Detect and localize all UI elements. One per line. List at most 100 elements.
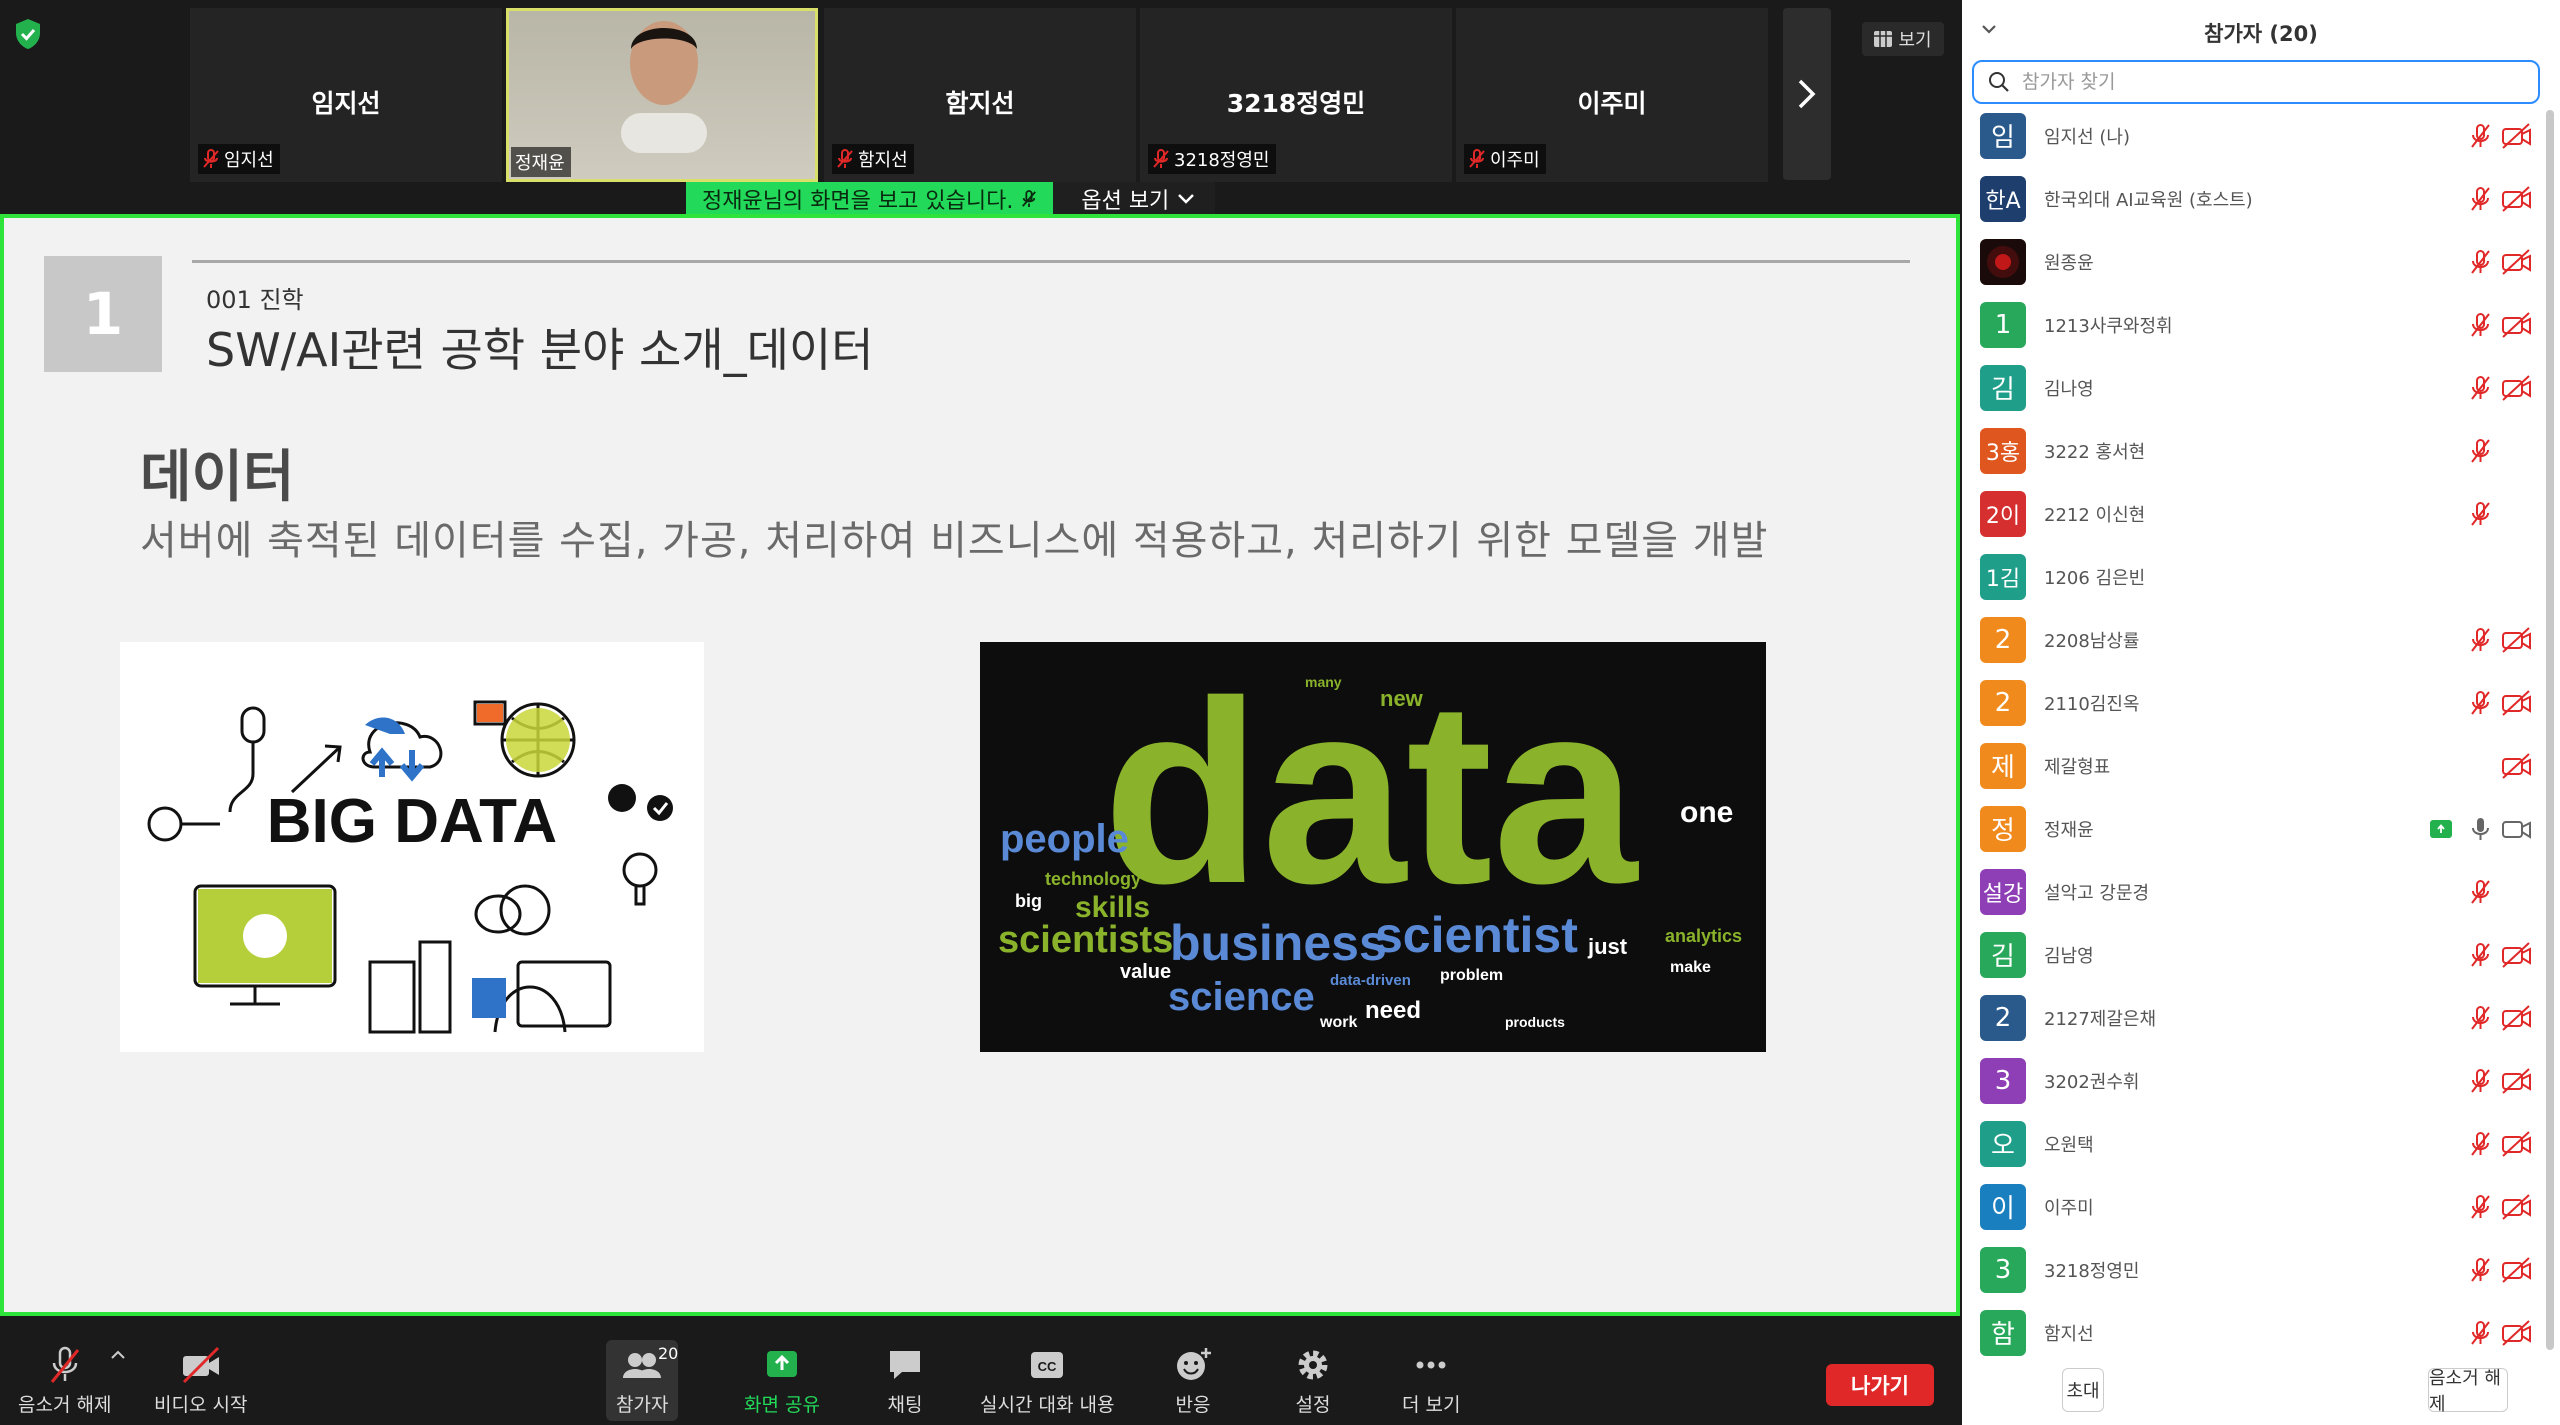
video-tile[interactable]: 이주미 이주미	[1456, 8, 1768, 182]
mic-muted-icon[interactable]	[2467, 311, 2493, 339]
mic-muted-icon[interactable]	[2467, 878, 2493, 906]
video-off-icon[interactable]	[2500, 689, 2532, 717]
video-off-icon[interactable]	[2500, 185, 2532, 213]
participant-row[interactable]: 3홍 3222 홍서현	[1962, 419, 2552, 482]
video-off-icon[interactable]	[2500, 248, 2532, 276]
video-off-icon[interactable]	[2500, 752, 2532, 780]
participant-row[interactable]: 한A 한국외대 AI교육원 (호스트)	[1962, 167, 2552, 230]
participant-label: 정재윤	[511, 147, 571, 177]
video-tile[interactable]: 3218정영민 3218정영민	[1140, 8, 1452, 182]
gallery-next-button[interactable]	[1783, 8, 1831, 180]
mic-muted-icon[interactable]	[2467, 248, 2493, 276]
settings-button[interactable]: 설정	[1292, 1346, 1334, 1417]
mic-muted-icon[interactable]	[2467, 1130, 2493, 1158]
video-tile-active[interactable]: 정재윤	[506, 8, 818, 182]
participant-row[interactable]: 김 김나영	[1962, 356, 2552, 419]
participant-row[interactable]: 원종윤	[1962, 230, 2552, 293]
participant-search[interactable]	[1972, 60, 2540, 104]
participant-row[interactable]: 정 정재윤	[1962, 797, 2552, 860]
participant-row[interactable]: 임 임지선 (나)	[1962, 104, 2552, 167]
video-off-icon[interactable]	[2500, 626, 2532, 654]
invite-button[interactable]: 초대	[2062, 1368, 2104, 1412]
mic-muted-icon[interactable]	[2467, 374, 2493, 402]
participants-panel-footer: 초대 음소거 해제	[1962, 1362, 2560, 1425]
mic-muted-icon	[1153, 149, 1169, 168]
participant-row[interactable]: 이 이주미	[1962, 1175, 2552, 1238]
meeting-main-area: 임지선 임지선 정재윤 함지선 함지선 3218정영민 3218정영민 이주미 …	[0, 0, 1962, 1425]
participant-row[interactable]: 1김 1206 김은빈	[1962, 545, 2552, 608]
mic-muted-icon[interactable]	[2467, 1004, 2493, 1032]
start-video-label: 비디오 시작	[154, 1394, 248, 1416]
participant-row[interactable]: 설강 설악고 강문경	[1962, 860, 2552, 923]
participants-panel-title: 참가자 (20)	[2204, 22, 2318, 46]
video-off-icon[interactable]	[2500, 1319, 2532, 1347]
mic-muted-icon[interactable]	[2467, 1319, 2493, 1347]
mic-muted-icon[interactable]	[2467, 1193, 2493, 1221]
live-transcript-button[interactable]: CC 실시간 대화 내용	[980, 1346, 1114, 1417]
participant-row[interactable]: 1 1213사쿠와정휘	[1962, 293, 2552, 356]
slide-subtitle: 001 진학	[206, 286, 304, 314]
view-button[interactable]: 보기	[1862, 22, 1944, 56]
mic-muted-icon[interactable]	[2467, 626, 2493, 654]
svg-text:value: value	[1120, 961, 1171, 983]
svg-text:scientist: scientist	[1375, 907, 1578, 963]
video-off-icon[interactable]	[2500, 1193, 2532, 1221]
more-button[interactable]: 더 보기	[1402, 1346, 1460, 1417]
participant-name: 김나영	[2044, 378, 2094, 400]
mic-muted-icon[interactable]	[2467, 500, 2493, 528]
participant-row[interactable]: 오 오원택	[1962, 1112, 2552, 1175]
start-video-button[interactable]: 비디오 시작	[154, 1346, 247, 1417]
slide-divider	[192, 260, 1910, 263]
video-off-icon[interactable]	[2500, 311, 2532, 339]
unmute-all-label: 음소거 해제	[2429, 1368, 2501, 1415]
video-tile[interactable]: 임지선 임지선	[190, 8, 502, 182]
participants-scrollbar[interactable]	[2546, 110, 2554, 1350]
share-screen-button[interactable]: 화면 공유	[744, 1346, 820, 1417]
invite-label: 초대	[2066, 1381, 2100, 1402]
video-icon[interactable]	[2500, 815, 2532, 843]
participant-row[interactable]: 2 2110김진옥	[1962, 671, 2552, 734]
participant-row[interactable]: 2 2127제갈은채	[1962, 986, 2552, 1049]
participant-label-text: 함지선	[858, 150, 908, 171]
video-off-icon[interactable]	[2500, 941, 2532, 969]
unmute-all-button[interactable]: 음소거 해제	[2428, 1368, 2508, 1415]
participant-row[interactable]: 함 함지선	[1962, 1301, 2552, 1362]
svg-text:many: many	[1305, 674, 1342, 690]
video-off-icon[interactable]	[2500, 1130, 2532, 1158]
reactions-button[interactable]: 반응	[1172, 1346, 1214, 1417]
mic-icon[interactable]	[2467, 815, 2493, 843]
mic-muted-icon[interactable]	[2467, 689, 2493, 717]
mic-muted-icon[interactable]	[2467, 122, 2493, 150]
leave-meeting-button[interactable]: 나가기	[1826, 1364, 1934, 1406]
participant-row[interactable]: 김 김남영	[1962, 923, 2552, 986]
participant-row[interactable]: 3 3218정영민	[1962, 1238, 2552, 1301]
view-options-button[interactable]: 옵션 보기	[1053, 182, 1216, 216]
video-off-icon[interactable]	[2500, 1067, 2532, 1095]
mic-muted-icon[interactable]	[2467, 1256, 2493, 1284]
video-tile[interactable]: 함지선 함지선	[824, 8, 1136, 182]
participant-row[interactable]: 2 2208남상률	[1962, 608, 2552, 671]
video-off-icon[interactable]	[2500, 1004, 2532, 1032]
video-off-icon[interactable]	[2500, 1256, 2532, 1284]
chevron-up-icon[interactable]	[110, 1350, 126, 1360]
participant-name: 3202권수휘	[2044, 1071, 2140, 1093]
participant-name: 함지선	[945, 89, 1015, 118]
participant-row[interactable]: 2이 2212 이신현	[1962, 482, 2552, 545]
unmute-button[interactable]: 음소거 해제	[18, 1346, 111, 1417]
participant-row[interactable]: 제 제갈형표	[1962, 734, 2552, 797]
participant-row[interactable]: 3 3202권수휘	[1962, 1049, 2552, 1112]
svg-text:problem: problem	[1440, 967, 1503, 984]
participant-search-input[interactable]	[2022, 71, 2492, 93]
video-off-icon[interactable]	[2500, 374, 2532, 402]
avatar: 2	[1980, 679, 2026, 726]
mic-muted-icon[interactable]	[2467, 941, 2493, 969]
avatar: 한A	[1980, 175, 2026, 222]
mic-muted-icon[interactable]	[2467, 437, 2493, 465]
security-shield-icon[interactable]	[14, 18, 42, 50]
participant-name: 한국외대 AI교육원 (호스트)	[2044, 189, 2253, 211]
chat-button[interactable]: 채팅	[884, 1346, 926, 1417]
mic-muted-icon[interactable]	[2467, 185, 2493, 213]
mic-muted-icon[interactable]	[2467, 1067, 2493, 1095]
video-off-icon[interactable]	[2500, 122, 2532, 150]
participants-button[interactable]: 참가자 20	[606, 1340, 679, 1421]
